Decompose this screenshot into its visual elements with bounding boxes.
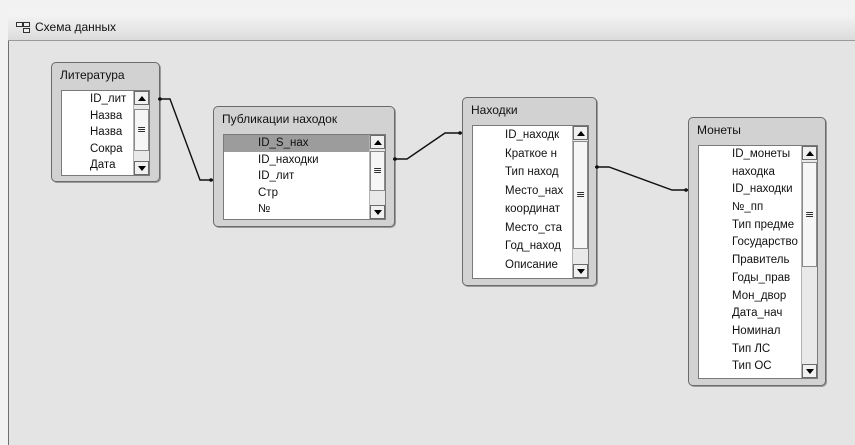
scroll-up-icon[interactable] [802, 146, 817, 160]
field-item[interactable]: ID_находки [224, 152, 385, 169]
field-list: ID_S_нах ID_находки ID_лит Стр № [223, 134, 386, 220]
tab-title: Схема данных [35, 20, 117, 34]
scroll-down-icon[interactable] [573, 264, 588, 278]
relationships-icon [16, 22, 30, 33]
scroll-up-icon[interactable] [370, 135, 385, 149]
table-title: Публикации находок [222, 112, 338, 126]
scrollbar[interactable] [801, 146, 817, 378]
scroll-thumb[interactable] [134, 109, 149, 151]
scroll-down-icon[interactable] [134, 161, 149, 175]
scroll-thumb[interactable] [370, 151, 385, 191]
table-title: Находки [471, 103, 518, 117]
scroll-thumb[interactable] [802, 162, 817, 267]
scroll-down-icon[interactable] [370, 205, 385, 219]
scrollbar[interactable] [133, 91, 149, 175]
table-title: Литература [60, 68, 125, 82]
field-item[interactable]: № [224, 201, 385, 218]
field-list: ID_находк Краткое н Тип наход Место_нах … [472, 125, 589, 279]
table-monety[interactable]: Монеты ID_монеты находка ID_находки №_пп… [688, 117, 826, 386]
document-tab[interactable]: Схема данных [8, 14, 855, 41]
field-list: ID_лит Назва Назва Сокра Дата [61, 90, 150, 176]
table-literatura[interactable]: Литература ID_лит Назва Назва Сокра Дата [51, 62, 160, 182]
field-item[interactable]: Стр [224, 185, 385, 202]
field-item-selected[interactable]: ID_S_нах [224, 135, 385, 152]
scroll-up-icon[interactable] [134, 91, 149, 105]
table-nahodki[interactable]: Находки ID_находк Краткое н Тип наход Ме… [462, 97, 597, 286]
scrollbar[interactable] [572, 126, 588, 278]
table-title: Монеты [697, 123, 741, 137]
field-item[interactable]: ID_лит [224, 168, 385, 185]
table-publikacii-nahodok[interactable]: Публикации находок ID_S_нах ID_находки I… [213, 106, 395, 227]
scroll-thumb[interactable] [573, 141, 588, 249]
scrollbar[interactable] [369, 135, 385, 219]
field-list: ID_монеты находка ID_находки №_пп Тип пр… [698, 145, 818, 379]
scroll-down-icon[interactable] [802, 364, 817, 378]
scroll-up-icon[interactable] [573, 126, 588, 140]
